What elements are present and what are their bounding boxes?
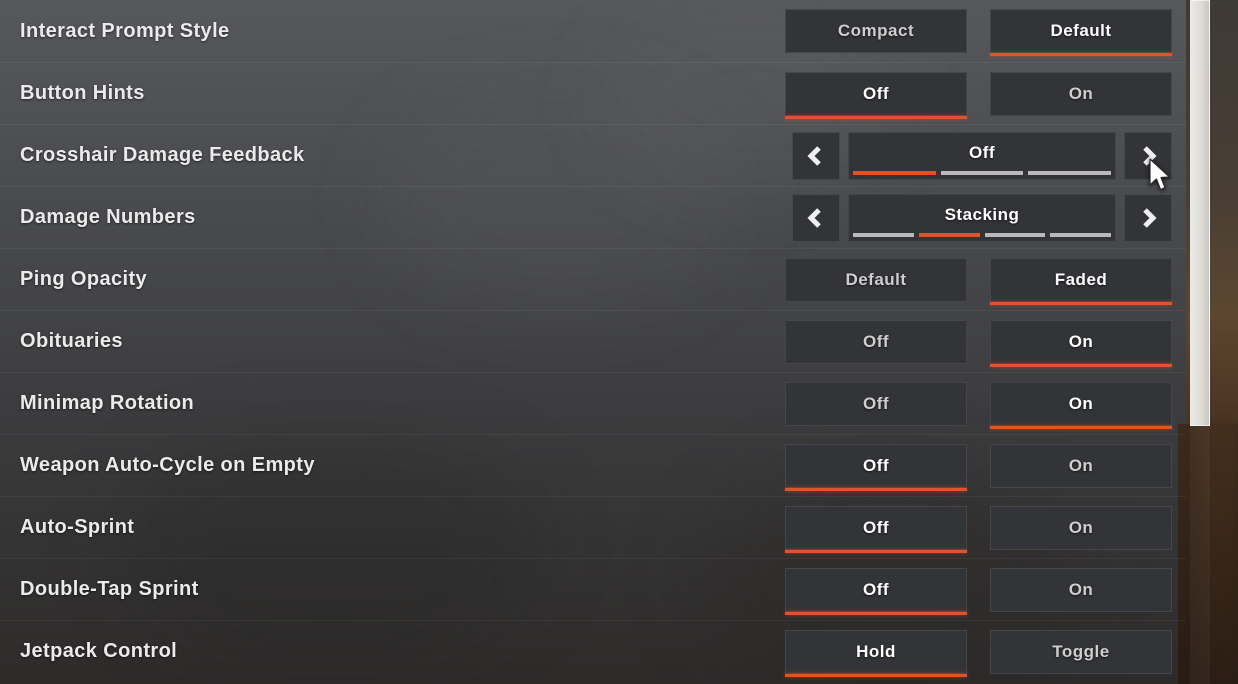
settings-row-controls: Off On [785, 559, 1172, 621]
option-button[interactable]: On [990, 444, 1172, 488]
chevron-left-icon[interactable] [792, 194, 840, 242]
option-button-label: Faded [1054, 270, 1108, 289]
stepper-segment [1028, 171, 1112, 175]
option-button[interactable]: On [990, 320, 1172, 367]
option-button-label: On [1068, 332, 1094, 351]
settings-option-list: Interact Prompt Style Compact Default Butto… [0, 0, 1186, 684]
stepper-segment [940, 171, 1024, 175]
settings-row: Crosshair Damage Feedback Off [0, 124, 1186, 186]
option-button-label: Off [862, 394, 890, 413]
option-button-label: Off [862, 456, 890, 475]
option-button[interactable]: Off [785, 506, 967, 553]
settings-screen: Interact Prompt Style Compact Default Butto… [0, 0, 1238, 684]
option-button[interactable]: Hold [785, 630, 967, 677]
option-button-label: On [1068, 580, 1094, 599]
stepper-segment [853, 233, 914, 237]
option-button[interactable]: On [990, 506, 1172, 550]
settings-row: Minimap Rotation Off On [0, 372, 1186, 434]
settings-row-controls: Default Faded [785, 249, 1172, 311]
settings-row-controls: Off [792, 125, 1172, 187]
settings-row-label: Jetpack Control [20, 640, 178, 662]
chevron-right-icon[interactable] [1124, 194, 1172, 242]
stepper-segment-indicator [853, 233, 1111, 237]
option-button[interactable]: Off [785, 568, 967, 615]
stepper-value-label: Stacking [944, 205, 1020, 224]
settings-row: Obituaries Off On [0, 310, 1186, 372]
chevron-right-icon[interactable] [1124, 132, 1172, 180]
settings-row: Interact Prompt Style Compact Default [0, 0, 1186, 62]
option-button[interactable]: Default [990, 9, 1172, 56]
option-button-label: On [1068, 394, 1094, 413]
option-button-label: Off [862, 518, 890, 537]
settings-row-label: Double-Tap Sprint [20, 578, 199, 600]
option-button-label: Compact [837, 21, 915, 40]
settings-row-controls: Stacking [792, 187, 1172, 249]
option-button[interactable]: Compact [785, 9, 967, 53]
option-button-label: Toggle [1052, 642, 1110, 661]
settings-row-label: Auto-Sprint [20, 516, 135, 538]
settings-row-label: Obituaries [20, 330, 123, 352]
option-button-label: Off [862, 332, 890, 351]
option-button-label: Off [862, 84, 890, 103]
settings-row-label: Weapon Auto-Cycle on Empty [20, 454, 315, 476]
option-button[interactable]: Toggle [990, 630, 1172, 674]
stepper-control: Stacking [792, 194, 1172, 242]
settings-row-controls: Hold Toggle [785, 621, 1172, 683]
chevron-left-icon[interactable] [792, 132, 840, 180]
settings-row-label: Button Hints [20, 82, 145, 104]
option-button[interactable]: Off [785, 320, 967, 364]
settings-row-label: Minimap Rotation [20, 392, 195, 414]
option-button-label: Default [1050, 21, 1112, 40]
settings-row-label: Interact Prompt Style [20, 19, 230, 42]
option-button[interactable]: Default [785, 258, 967, 302]
scrollbar-thumb[interactable] [1190, 0, 1210, 426]
option-button[interactable]: On [990, 382, 1172, 429]
stepper-value-label: Off [968, 143, 996, 162]
option-button-label: Hold [856, 642, 896, 661]
settings-row: Auto-Sprint Off On [0, 496, 1186, 558]
settings-row-label: Crosshair Damage Feedback [20, 144, 305, 166]
settings-row-label: Ping Opacity [20, 268, 148, 290]
option-button-label: On [1068, 456, 1094, 475]
settings-row: Jetpack Control Hold Toggle [0, 620, 1186, 682]
option-button[interactable]: Faded [990, 258, 1172, 305]
option-button[interactable]: On [990, 72, 1172, 116]
option-button[interactable]: Off [785, 382, 967, 426]
stepper-control: Off [792, 132, 1172, 180]
settings-row-controls: Off On [785, 373, 1172, 435]
option-button-label: On [1068, 518, 1094, 537]
settings-row: Damage Numbers Stacking [0, 186, 1186, 248]
settings-row-controls: Compact Default [785, 0, 1172, 62]
settings-row: Weapon Auto-Cycle on Empty Off On [0, 434, 1186, 496]
option-button-label: On [1068, 84, 1094, 103]
stepper-value-button[interactable]: Stacking [848, 194, 1116, 242]
settings-row: Button Hints Off On [0, 62, 1186, 124]
settings-row-label: Damage Numbers [20, 206, 196, 228]
stepper-segment [853, 171, 936, 175]
stepper-segment-indicator [853, 171, 1112, 175]
settings-row-controls: Off On [785, 311, 1172, 373]
stepper-segment [1050, 233, 1111, 237]
stepper-segment [918, 233, 980, 237]
option-button[interactable]: Off [785, 444, 967, 491]
settings-row-controls: Off On [785, 435, 1172, 497]
option-button-label: Default [845, 270, 907, 289]
option-button[interactable]: Off [785, 72, 967, 119]
settings-row: Ping Opacity Default Faded [0, 248, 1186, 310]
option-button-label: Off [862, 580, 890, 599]
settings-row-controls: Off On [785, 497, 1172, 559]
settings-row: Double-Tap Sprint Off On [0, 558, 1186, 620]
option-button[interactable]: On [990, 568, 1172, 612]
settings-row-controls: Off On [785, 63, 1172, 125]
stepper-segment [984, 233, 1046, 237]
stepper-value-button[interactable]: Off [848, 132, 1116, 180]
